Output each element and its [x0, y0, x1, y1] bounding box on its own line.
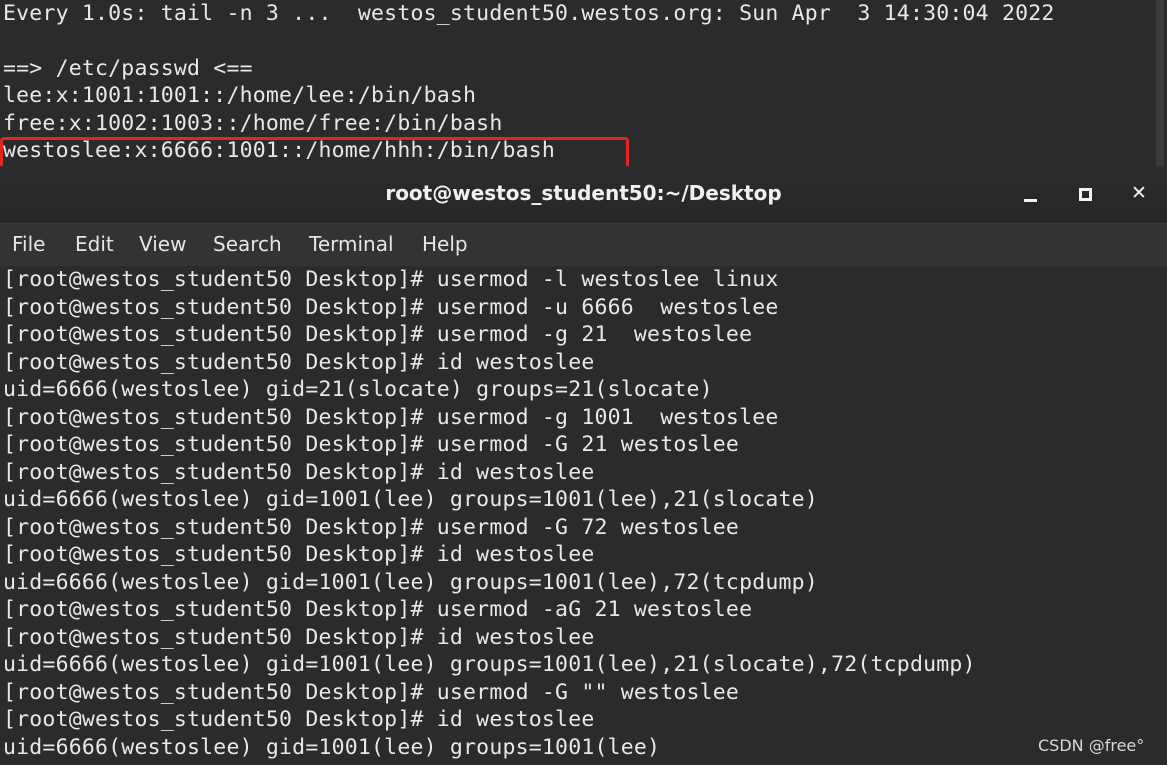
terminal-line: [root@westos_student50 Desktop]# usermod… [3, 322, 753, 347]
watch-header-line: Every 1.0s: tail -n 3 ... westos_student… [3, 1, 1055, 26]
terminal-line: [root@westos_student50 Desktop]# usermod… [3, 294, 779, 320]
terminal-line: [root@westos_student50 Desktop]# id west… [3, 542, 595, 567]
menu-search[interactable]: Search [213, 222, 282, 266]
menu-view[interactable]: View [139, 222, 186, 266]
terminal-line: [root@westos_student50 Desktop]# usermod… [3, 597, 753, 622]
terminal-line: uid=6666(westoslee) gid=1001(lee) groups… [3, 487, 818, 512]
minimize-button[interactable] [1014, 176, 1048, 210]
close-icon: ✕ [1131, 182, 1147, 204]
terminal-line: [root@westos_student50 Desktop]# id west… [3, 624, 595, 650]
terminal-window[interactable]: root@westos_student50:~/Desktop ✕ File E… [0, 166, 1167, 765]
terminal-line: [root@westos_student50 Desktop]# id west… [3, 349, 595, 375]
maximize-icon [1079, 188, 1092, 201]
maximize-button[interactable] [1068, 176, 1102, 210]
terminal-line: uid=6666(westoslee) gid=1001(lee) groups… [3, 569, 818, 595]
window-titlebar[interactable]: root@westos_student50:~/Desktop ✕ [0, 166, 1167, 222]
passwd-line-lee: lee:x:1001:1001::/home/lee:/bin/bash [3, 83, 477, 108]
terminal-line: [root@westos_student50 Desktop]# id west… [3, 459, 595, 485]
csdn-watermark: CSDN @free° [1038, 736, 1145, 755]
terminal-line: [root@westos_student50 Desktop]# usermod… [3, 514, 740, 540]
terminal-line: [root@westos_student50 Desktop]# usermod… [3, 267, 779, 292]
terminal-line: uid=6666(westoslee) gid=21(slocate) grou… [3, 377, 713, 402]
terminal-line: [root@westos_student50 Desktop]# id west… [3, 707, 595, 732]
terminal-line: uid=6666(westoslee) gid=1001(lee) groups… [3, 652, 976, 677]
menu-terminal[interactable]: Terminal [309, 222, 394, 266]
menu-help[interactable]: Help [422, 222, 468, 266]
passwd-line-free: free:x:1002:1003::/home/free:/bin/bash [3, 111, 503, 136]
terminal-line: uid=6666(westoslee) gid=1001(lee) groups… [3, 734, 661, 760]
watch-file-header-line: ==> /etc/passwd <== [3, 56, 253, 81]
menu-edit[interactable]: Edit [75, 222, 114, 266]
window-title: root@westos_student50:~/Desktop [385, 181, 782, 205]
watch-scrollbar[interactable] [1156, 0, 1164, 168]
terminal-output[interactable]: [root@westos_student50 Desktop]# usermod… [0, 266, 1167, 765]
menu-bar: File Edit View Search Terminal Help [0, 222, 1167, 266]
terminal-line: [root@westos_student50 Desktop]# usermod… [3, 679, 740, 705]
terminal-line: [root@westos_student50 Desktop]# usermod… [3, 432, 740, 457]
close-button[interactable]: ✕ [1122, 176, 1156, 210]
terminal-line: [root@westos_student50 Desktop]# usermod… [3, 404, 779, 430]
minimize-icon [1024, 199, 1037, 202]
menu-file[interactable]: File [12, 222, 45, 266]
